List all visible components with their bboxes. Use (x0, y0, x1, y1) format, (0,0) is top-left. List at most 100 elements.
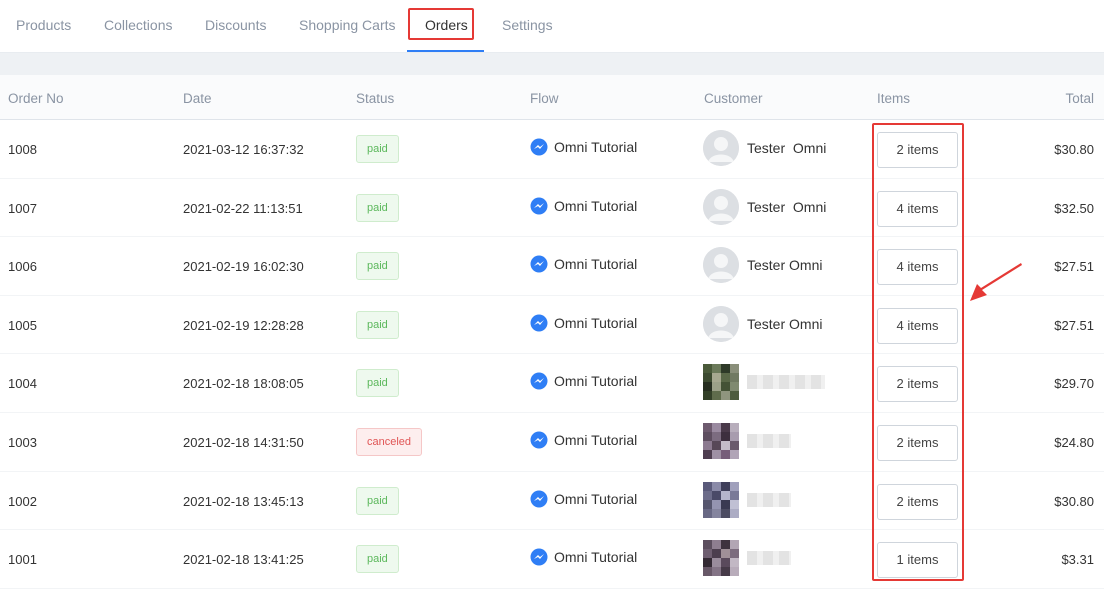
toolbar-band (0, 53, 1104, 75)
status-cell: canceled (356, 427, 423, 456)
flow-name[interactable]: Omni Tutorial (554, 315, 637, 331)
items-column-highlight-box (872, 123, 964, 581)
customer-cell[interactable] (703, 540, 791, 577)
order-total: $24.80 (1054, 434, 1094, 450)
tab-products[interactable]: Products (16, 17, 71, 33)
order-date: 2021-02-18 13:41:25 (183, 552, 304, 568)
customer-cell[interactable]: Tester Omni (703, 188, 827, 225)
order-number[interactable]: 1006 (8, 259, 37, 274)
order-date: 2021-03-12 16:37:32 (183, 142, 304, 157)
customer-name: Tester Omni (747, 198, 827, 215)
default-avatar-icon (703, 247, 739, 284)
order-number[interactable]: 1007 (8, 201, 37, 216)
header-items[interactable]: Items (877, 91, 910, 106)
default-avatar-icon (703, 130, 739, 166)
order-number[interactable]: 1005 (8, 318, 37, 333)
blurred-customer-name (747, 492, 791, 507)
tab-collections[interactable]: Collections (104, 17, 172, 33)
order-number[interactable]: 1004 (8, 376, 37, 391)
messenger-icon (530, 255, 548, 273)
tab-bar: Products Collections Discounts Shopping … (0, 0, 1104, 53)
order-date: 2021-02-18 13:45:13 (183, 493, 304, 509)
order-date: 2021-02-18 14:31:50 (183, 434, 304, 450)
order-total: $32.50 (1054, 200, 1094, 216)
tab-shopping-carts[interactable]: Shopping Carts (299, 17, 396, 33)
flow-name[interactable]: Omni Tutorial (554, 198, 637, 214)
order-total: $29.70 (1054, 376, 1094, 392)
order-date: 2021-02-22 11:13:51 (183, 200, 303, 216)
flow-cell: Omni Tutorial (530, 255, 637, 273)
status-badge: paid (356, 545, 399, 574)
order-number[interactable]: 1002 (8, 494, 37, 509)
order-total: $3.31 (1061, 552, 1094, 568)
red-arrow-icon (970, 263, 1022, 301)
table-header: Order No Date Status Flow Customer Items… (0, 75, 1104, 120)
status-cell: paid (356, 252, 399, 281)
customer-name: Tester Omni (747, 315, 823, 332)
status-cell: paid (356, 310, 399, 339)
status-cell: paid (356, 369, 399, 398)
active-tab-underline (407, 50, 484, 52)
order-total: $30.80 (1054, 493, 1094, 509)
order-number[interactable]: 1001 (8, 552, 37, 567)
flow-name[interactable]: Omni Tutorial (554, 549, 637, 565)
tab-discounts[interactable]: Discounts (205, 17, 266, 33)
flow-cell: Omni Tutorial (530, 138, 637, 156)
order-number[interactable]: 1008 (8, 142, 37, 157)
status-badge: paid (356, 310, 399, 339)
flow-cell: Omni Tutorial (530, 431, 637, 449)
flow-name[interactable]: Omni Tutorial (554, 373, 637, 389)
flow-name[interactable]: Omni Tutorial (554, 139, 637, 155)
pixelated-avatar (703, 540, 739, 577)
order-total: $27.51 (1054, 317, 1094, 333)
flow-cell: Omni Tutorial (530, 372, 637, 390)
pixelated-avatar (703, 481, 739, 518)
blurred-customer-name (747, 551, 791, 566)
customer-cell[interactable] (703, 422, 791, 459)
header-total[interactable]: Total (1065, 91, 1094, 106)
status-cell: paid (356, 135, 399, 163)
orders-tab-highlight-box (408, 8, 474, 40)
order-date: 2021-02-19 16:02:30 (183, 259, 304, 275)
order-date: 2021-02-19 12:28:28 (183, 317, 304, 333)
messenger-icon (530, 138, 548, 156)
flow-name[interactable]: Omni Tutorial (554, 256, 637, 272)
flow-cell: Omni Tutorial (530, 548, 637, 566)
customer-cell[interactable]: Tester Omni (703, 247, 823, 284)
flow-cell: Omni Tutorial (530, 490, 637, 508)
order-total: $30.80 (1054, 142, 1094, 157)
order-number[interactable]: 1003 (8, 435, 37, 450)
customer-cell[interactable] (703, 364, 825, 401)
customer-cell[interactable]: Tester Omni (703, 305, 823, 342)
default-avatar-icon (703, 188, 739, 225)
flow-cell: Omni Tutorial (530, 197, 637, 215)
status-badge: canceled (356, 427, 423, 456)
status-cell: paid (356, 193, 399, 222)
tab-settings[interactable]: Settings (502, 17, 553, 33)
pixelated-avatar (703, 422, 739, 459)
header-status[interactable]: Status (356, 91, 394, 106)
header-flow[interactable]: Flow (530, 91, 559, 106)
status-badge: paid (356, 369, 399, 398)
flow-name[interactable]: Omni Tutorial (554, 491, 637, 507)
customer-cell[interactable] (703, 481, 791, 518)
messenger-icon (530, 372, 548, 390)
status-cell: paid (356, 545, 399, 574)
status-badge: paid (356, 193, 399, 222)
customer-name: Tester Omni (747, 257, 823, 274)
pixelated-avatar (703, 364, 739, 401)
customer-cell[interactable]: Tester Omni (703, 130, 826, 166)
status-badge: paid (356, 252, 399, 281)
messenger-icon (530, 548, 548, 566)
customer-name: Tester Omni (747, 140, 827, 156)
messenger-icon (530, 490, 548, 508)
flow-name[interactable]: Omni Tutorial (554, 432, 637, 448)
messenger-icon (530, 197, 548, 215)
order-date: 2021-02-18 18:08:05 (183, 376, 304, 392)
header-date[interactable]: Date (183, 91, 212, 106)
header-order-no[interactable]: Order No (8, 91, 64, 106)
status-badge: paid (356, 486, 399, 515)
header-customer[interactable]: Customer (704, 91, 763, 106)
messenger-icon (530, 314, 548, 332)
order-total: $27.51 (1054, 259, 1094, 275)
